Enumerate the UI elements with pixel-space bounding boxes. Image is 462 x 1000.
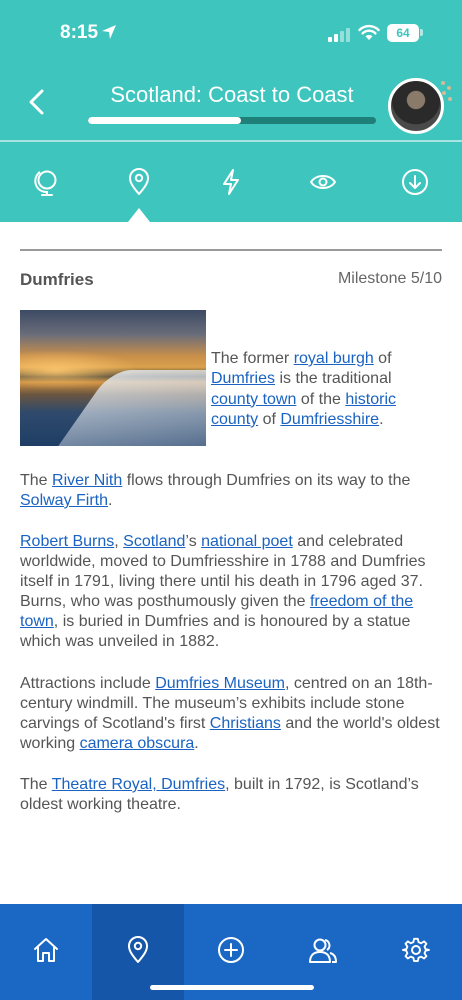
link-dumfries-museum[interactable]: Dumfries Museum (155, 675, 285, 692)
plus-circle-icon (218, 937, 244, 963)
text-span: The (20, 776, 52, 793)
milestone-counter: Milestone 5/10 (337, 270, 442, 287)
people-icon (309, 938, 337, 963)
nav-home[interactable] (0, 904, 92, 1000)
location-pin-icon (128, 936, 148, 963)
link-dumfries[interactable]: Dumfries (211, 370, 275, 387)
place-photo (20, 310, 206, 446)
status-time: 8:15 (60, 22, 99, 43)
wifi-icon (358, 24, 380, 46)
tab-location[interactable] (117, 160, 161, 204)
paragraph-attractions: Attractions include Dumfries Museum, cen… (20, 674, 442, 754)
intro-paragraph: The former royal burgh of Dumfries is th… (211, 349, 411, 430)
section-tabs (0, 142, 462, 222)
text-span: The (20, 472, 53, 489)
download-icon (402, 169, 428, 195)
link-national-poet[interactable]: national poet (201, 533, 293, 550)
link-christians[interactable]: Christians (210, 715, 281, 732)
status-bar: 8:15 64 (0, 22, 462, 48)
link-river-nith[interactable]: River Nith (52, 472, 122, 489)
eye-icon (310, 175, 336, 189)
nav-settings[interactable] (370, 904, 462, 1000)
text-span: , (114, 533, 124, 550)
paragraph-theatre: The Theatre Royal, Dumfries, built in 17… (20, 775, 442, 815)
home-icon (34, 938, 58, 962)
link-royal-burgh[interactable]: royal burgh (294, 350, 374, 367)
link-solway-firth[interactable]: Solway Firth (20, 492, 108, 509)
tab-overview[interactable] (25, 160, 69, 204)
route-progress-bar (88, 117, 376, 124)
text-span: ’s (185, 533, 202, 550)
tab-download[interactable] (393, 160, 437, 204)
avatar[interactable] (388, 78, 444, 134)
tab-highlights[interactable] (209, 160, 253, 204)
globe-icon (34, 170, 57, 196)
paragraph-burns: Robert Burns, Scotland’s national poet a… (20, 532, 442, 652)
text-span: , is buried in Dumfries and is honoured … (20, 613, 411, 650)
text-span: of the (296, 390, 346, 408)
signal-icon (328, 28, 350, 47)
link-robert-burns[interactable]: Robert Burns (20, 533, 114, 550)
avatar-badge-dots (440, 80, 454, 104)
tab-views[interactable] (301, 160, 345, 204)
text-span: Attractions include (20, 675, 156, 692)
location-pin-icon (129, 168, 149, 195)
active-tab-pointer (128, 208, 150, 222)
route-progress-fill (88, 117, 241, 124)
text-span: . (379, 410, 384, 428)
content-divider (20, 249, 442, 251)
link-scotland[interactable]: Scotland (123, 533, 185, 550)
battery-icon: 64 (387, 24, 419, 42)
place-name: Dumfries (20, 270, 94, 289)
location-arrow-icon (101, 24, 117, 45)
link-theatre-royal[interactable]: Theatre Royal, Dumfries (52, 776, 225, 793)
lightning-icon (223, 169, 239, 195)
text-span: of (373, 350, 392, 367)
text-span: . (194, 735, 199, 752)
link-camera-obscura[interactable]: camera obscura (80, 735, 195, 752)
text-span: . (108, 492, 113, 509)
text-span: The former (211, 350, 294, 367)
text-span: is the traditional (275, 370, 392, 388)
link-county-town[interactable]: county town (211, 391, 296, 408)
paragraph-river: The River Nith flows through Dumfries on… (20, 471, 442, 511)
gear-icon (402, 937, 430, 963)
text-span: of (258, 410, 281, 428)
chevron-left-icon (29, 89, 44, 115)
link-dumfriesshire[interactable]: Dumfriesshire (280, 411, 379, 428)
app-header: 8:15 64 Scotland: Coast to Coast (0, 0, 462, 222)
back-button[interactable] (22, 84, 52, 120)
home-indicator (150, 985, 314, 990)
battery-tip (420, 29, 423, 36)
page-title: Scotland: Coast to Coast (110, 82, 354, 107)
text-span: flows through Dumfries on its way to the (122, 472, 411, 489)
